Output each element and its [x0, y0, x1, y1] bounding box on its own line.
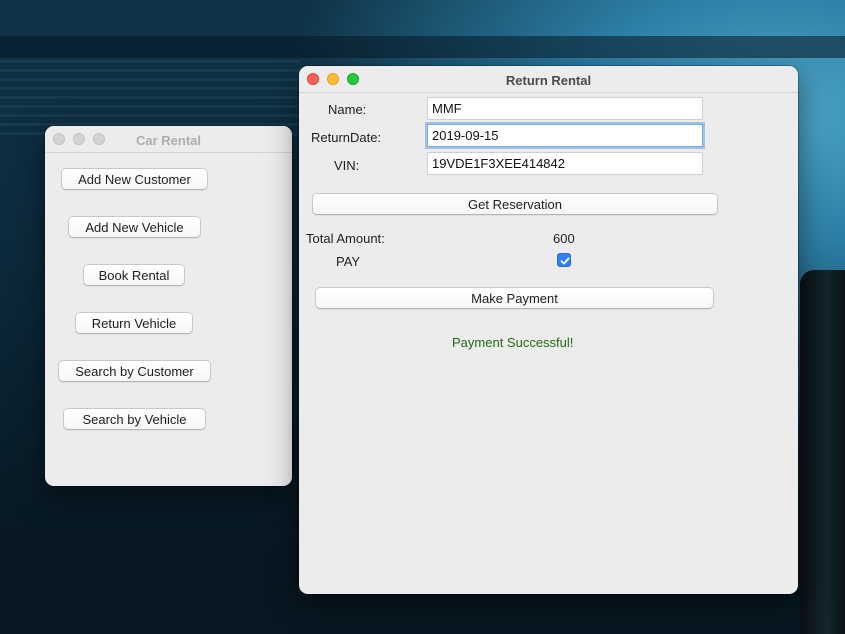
- checkmark-icon: [560, 257, 570, 265]
- vin-label: VIN:: [334, 158, 360, 173]
- get-reservation-button[interactable]: Get Reservation: [312, 193, 718, 215]
- return-rental-window: Return Rental Name: ReturnDate: VIN: Get…: [299, 66, 798, 594]
- desktop-background-beam: [0, 36, 845, 58]
- payment-status-message: Payment Successful!: [452, 335, 574, 350]
- pay-checkbox[interactable]: [557, 253, 571, 267]
- search-by-vehicle-button[interactable]: Search by Vehicle: [63, 408, 206, 430]
- make-payment-button[interactable]: Make Payment: [315, 287, 714, 309]
- search-by-customer-button[interactable]: Search by Customer: [58, 360, 211, 382]
- name-field[interactable]: [427, 97, 703, 120]
- window-title: Car Rental: [135, 133, 202, 148]
- add-new-vehicle-button[interactable]: Add New Vehicle: [68, 216, 201, 238]
- book-rental-button[interactable]: Book Rental: [83, 264, 185, 286]
- vin-field[interactable]: [427, 152, 703, 175]
- total-amount-value: 600: [553, 231, 575, 246]
- return-date-field[interactable]: [427, 124, 703, 147]
- name-label: Name:: [328, 102, 367, 117]
- total-amount-label: Total Amount:: [306, 231, 385, 246]
- return-vehicle-button[interactable]: Return Vehicle: [75, 312, 193, 334]
- desktop-background-chair: [800, 270, 845, 634]
- car-rental-window: Car Rental Add New Customer Add New Vehi…: [45, 126, 292, 486]
- window-title: Return Rental: [505, 73, 592, 88]
- pay-label: PAY: [336, 254, 361, 269]
- add-new-customer-button[interactable]: Add New Customer: [61, 168, 208, 190]
- return-date-label: ReturnDate:: [311, 130, 382, 145]
- car-rental-titlebar[interactable]: Car Rental: [45, 126, 292, 153]
- return-rental-titlebar[interactable]: Return Rental: [299, 66, 798, 93]
